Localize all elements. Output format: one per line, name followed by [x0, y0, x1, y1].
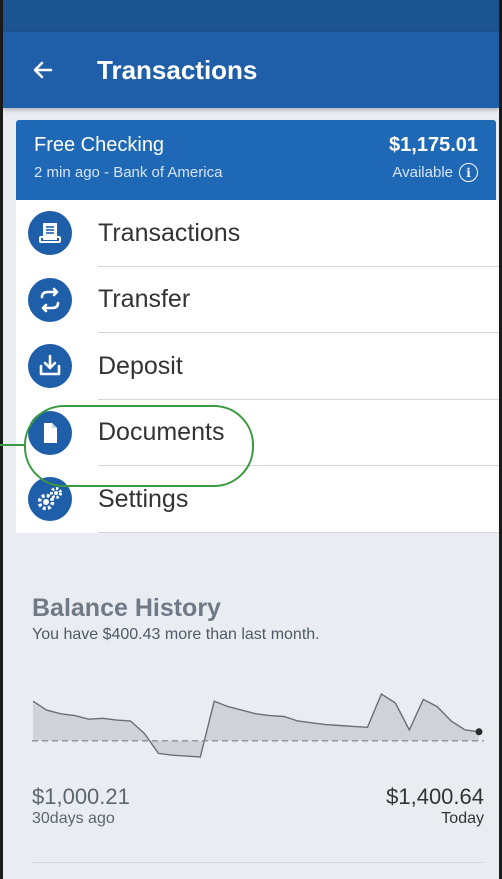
app-frame: Transactions Free Checking $1,175.01 2 m…: [0, 0, 502, 879]
menu-item-transactions[interactable]: Transactions: [16, 200, 499, 267]
menu-item-label: Documents: [98, 418, 225, 447]
back-button[interactable]: [27, 54, 59, 86]
balance-history[interactable]: Balance History You have $400.43 more th…: [16, 556, 499, 879]
end-balance: $1,400.64: [386, 784, 484, 809]
menu-item-label: Deposit: [98, 351, 183, 380]
account-name: Free Checking: [34, 134, 165, 156]
menu-item-deposit[interactable]: Deposit: [16, 333, 499, 400]
menu-item-documents[interactable]: Documents: [16, 400, 499, 466]
account-balance: $1,175.01: [389, 134, 478, 156]
account-card[interactable]: Free Checking $1,175.01 2 min ago - Bank…: [16, 120, 496, 200]
available-label: Available: [392, 164, 453, 181]
menu-item-label: Transfer: [98, 285, 191, 314]
menu-item-transfer[interactable]: Transfer: [16, 267, 499, 333]
divider: [32, 862, 484, 863]
page-title: Transactions: [97, 54, 258, 85]
info-icon[interactable]: i: [459, 163, 478, 182]
transfer-arrows-icon: [28, 277, 72, 322]
highlight-connector: [0, 444, 25, 446]
balance-sparkline: [32, 692, 484, 758]
balance-history-title: Balance History: [32, 594, 221, 622]
sparkline-end-dot: [475, 728, 483, 736]
gears-icon: [28, 477, 72, 522]
app-header: Transactions: [3, 32, 499, 108]
divider: [98, 531, 499, 533]
start-balance: $1,000.21: [32, 784, 130, 809]
account-updated: 2 min ago - Bank of America: [34, 164, 223, 181]
ledger-icon: [28, 211, 72, 256]
status-bar: [3, 0, 499, 32]
deposit-download-icon: [28, 344, 72, 389]
document-icon: [28, 410, 72, 455]
end-label: Today: [441, 810, 484, 827]
menu-item-settings[interactable]: Settings: [16, 466, 499, 533]
arrow-left-icon: [33, 61, 53, 79]
start-label: 30days ago: [32, 810, 115, 827]
balance-history-subtitle: You have $400.43 more than last month.: [32, 626, 320, 643]
menu-item-label: Transactions: [98, 218, 241, 247]
account-menu: Transactions Transfer Deposit Documents …: [16, 200, 499, 533]
menu-item-label: Settings: [98, 484, 189, 513]
